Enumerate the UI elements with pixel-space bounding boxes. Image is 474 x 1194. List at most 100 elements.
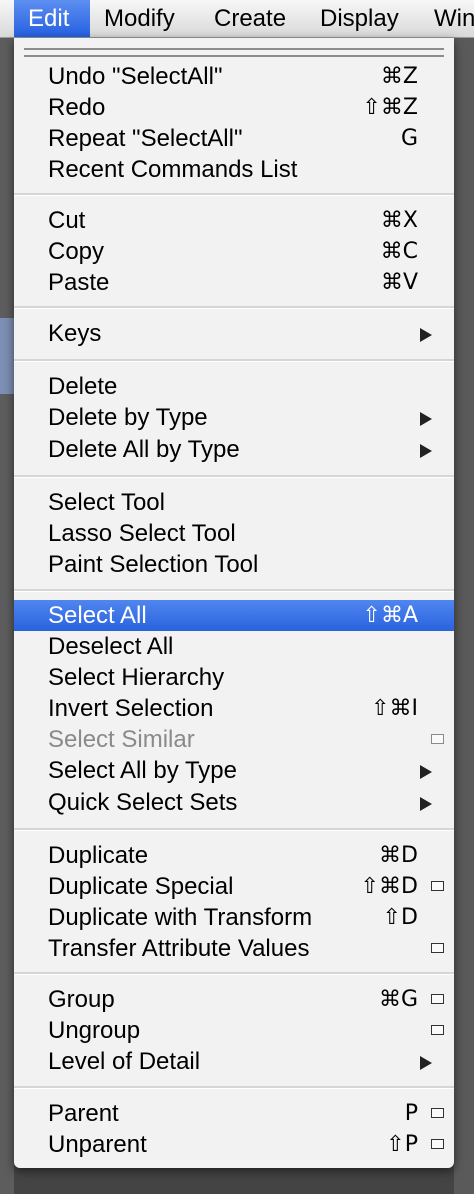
menu-item-label: Select All by Type — [48, 757, 237, 784]
shortcut-text: G — [400, 126, 418, 151]
option-box-icon[interactable] — [431, 881, 444, 891]
menu-item-label: Recent Commands List — [48, 156, 298, 183]
menu-item-level-of-detail[interactable]: Level of Detail — [14, 1046, 454, 1077]
tearoff-handle[interactable] — [24, 48, 444, 57]
menu-item-select-all-by-type[interactable]: Select All by Type — [14, 755, 454, 786]
menu-item-copy[interactable]: Copy ⌘C — [14, 236, 454, 267]
menu-item-label: Delete All by Type — [48, 436, 240, 463]
shortcut-text: P — [404, 1101, 418, 1126]
menu-item-recent-commands[interactable]: Recent Commands List — [14, 154, 454, 185]
menu-item-deselect-all[interactable]: Deselect All — [14, 631, 454, 662]
app-right-toolbar — [454, 38, 474, 1194]
menu-item-quick-select-sets[interactable]: Quick Select Sets — [14, 787, 454, 818]
menu-separator — [14, 972, 454, 975]
option-box-icon[interactable] — [431, 994, 444, 1004]
menu-item-undo[interactable]: Undo "SelectAll" ⌘Z — [14, 61, 454, 92]
menu-item-duplicate[interactable]: Duplicate ⌘D — [14, 840, 454, 871]
menu-item-label: Select All — [48, 602, 147, 629]
menu-item-ungroup[interactable]: Ungroup — [14, 1015, 454, 1046]
menu-item-transfer-attribute-values[interactable]: Transfer Attribute Values — [14, 933, 454, 964]
menu-item-label: Redo — [48, 94, 106, 121]
menu-item-group[interactable]: Group ⌘G — [14, 984, 454, 1015]
shortcut-text: ⌘V — [380, 270, 418, 295]
app-left-toolbar — [0, 38, 14, 1194]
menu-item-label: Delete by Type — [48, 404, 208, 431]
menu-separator — [14, 475, 454, 478]
menu-item-cut[interactable]: Cut ⌘X — [14, 205, 454, 236]
option-box-icon[interactable] — [431, 943, 444, 953]
shortcut-text: ⇧⌘A — [362, 603, 418, 628]
menu-item-redo[interactable]: Redo ⇧⌘Z — [14, 92, 454, 123]
menu-item-select-all[interactable]: Select All ⇧⌘A — [14, 600, 454, 631]
option-box-icon[interactable] — [431, 1108, 444, 1118]
menu-item-label: Select Tool — [48, 489, 165, 516]
option-box-icon[interactable] — [431, 734, 444, 744]
menu-modify[interactable]: Modify — [90, 0, 189, 37]
menu-item-lasso-select-tool[interactable]: Lasso Select Tool — [14, 518, 454, 549]
menu-separator — [14, 828, 454, 831]
menu-item-label: Level of Detail — [48, 1048, 201, 1075]
menu-item-delete-by-type[interactable]: Delete by Type — [14, 402, 454, 433]
menu-display[interactable]: Display — [306, 0, 413, 37]
menu-item-invert-selection[interactable]: Invert Selection ⇧⌘I — [14, 693, 454, 724]
shortcut-text: ⌘D — [379, 843, 418, 868]
menu-bar: Edit Modify Create Display Win — [0, 0, 474, 38]
menu-item-label: Duplicate — [48, 842, 149, 869]
menu-item-label: Keys — [48, 320, 102, 347]
viewport-edge — [0, 318, 14, 394]
menu-separator — [14, 193, 454, 196]
menu-window[interactable]: Win — [420, 0, 474, 37]
menu-item-label: Ungroup — [48, 1017, 141, 1044]
shortcut-text: ⇧P — [386, 1132, 418, 1157]
menu-item-select-tool[interactable]: Select Tool — [14, 487, 454, 518]
menu-item-delete[interactable]: Delete — [14, 371, 454, 402]
menu-item-label: Undo "SelectAll" — [48, 63, 223, 90]
menu-item-parent[interactable]: Parent P — [14, 1098, 454, 1129]
menu-item-label: Transfer Attribute Values — [48, 935, 310, 962]
menu-item-label: Duplicate Special — [48, 873, 234, 900]
submenu-arrow-icon — [420, 1056, 432, 1070]
menu-item-duplicate-special[interactable]: Duplicate Special ⇧⌘D — [14, 871, 454, 902]
menu-edit[interactable]: Edit — [14, 0, 90, 37]
shortcut-text: ⌘C — [380, 239, 418, 264]
menu-item-repeat[interactable]: Repeat "SelectAll" G — [14, 123, 454, 154]
menu-item-select-similar[interactable]: Select Similar — [14, 724, 454, 755]
edit-menu-dropdown: Undo "SelectAll" ⌘Z Redo ⇧⌘Z Repeat "Sel… — [14, 38, 454, 1168]
submenu-arrow-icon — [420, 328, 432, 342]
shortcut-text: ⇧⌘Z — [362, 95, 418, 120]
menu-item-paste[interactable]: Paste ⌘V — [14, 267, 454, 298]
menu-item-label: Deselect All — [48, 633, 174, 660]
menu-item-duplicate-with-transform[interactable]: Duplicate with Transform ⇧D — [14, 902, 454, 933]
menu-item-label: Duplicate with Transform — [48, 904, 313, 931]
menu-item-label: Invert Selection — [48, 695, 214, 722]
submenu-arrow-icon — [420, 797, 432, 811]
menu-separator — [14, 1086, 454, 1089]
menu-item-paint-selection-tool[interactable]: Paint Selection Tool — [14, 549, 454, 580]
menu-item-label: Repeat "SelectAll" — [48, 125, 243, 152]
option-box-icon[interactable] — [431, 1139, 444, 1149]
menu-item-select-hierarchy[interactable]: Select Hierarchy — [14, 662, 454, 693]
menu-item-label: Copy — [48, 238, 105, 265]
shortcut-text: ⇧D — [382, 905, 418, 930]
submenu-arrow-icon — [420, 765, 432, 779]
menu-item-label: Paint Selection Tool — [48, 551, 259, 578]
shortcut-text: ⌘Z — [380, 64, 418, 89]
menu-item-keys[interactable]: Keys — [14, 318, 454, 349]
shortcut-text: ⇧⌘I — [371, 696, 418, 721]
submenu-arrow-icon — [420, 444, 432, 458]
menu-separator — [14, 306, 454, 309]
menu-item-label: Paste — [48, 269, 110, 296]
menu-item-delete-all-by-type[interactable]: Delete All by Type — [14, 434, 454, 465]
option-box-icon[interactable] — [431, 1025, 444, 1035]
menu-item-unparent[interactable]: Unparent ⇧P — [14, 1129, 454, 1160]
menu-item-label: Lasso Select Tool — [48, 520, 236, 547]
menu-item-label: Quick Select Sets — [48, 789, 238, 816]
menu-create[interactable]: Create — [200, 0, 300, 37]
menu-item-label: Delete — [48, 373, 118, 400]
menu-separator — [14, 359, 454, 362]
shortcut-text: ⇧⌘D — [360, 874, 418, 899]
submenu-arrow-icon — [420, 412, 432, 426]
menu-item-label: Select Hierarchy — [48, 664, 225, 691]
menu-item-label: Cut — [48, 207, 86, 234]
menu-item-label: Select Similar — [48, 726, 195, 753]
